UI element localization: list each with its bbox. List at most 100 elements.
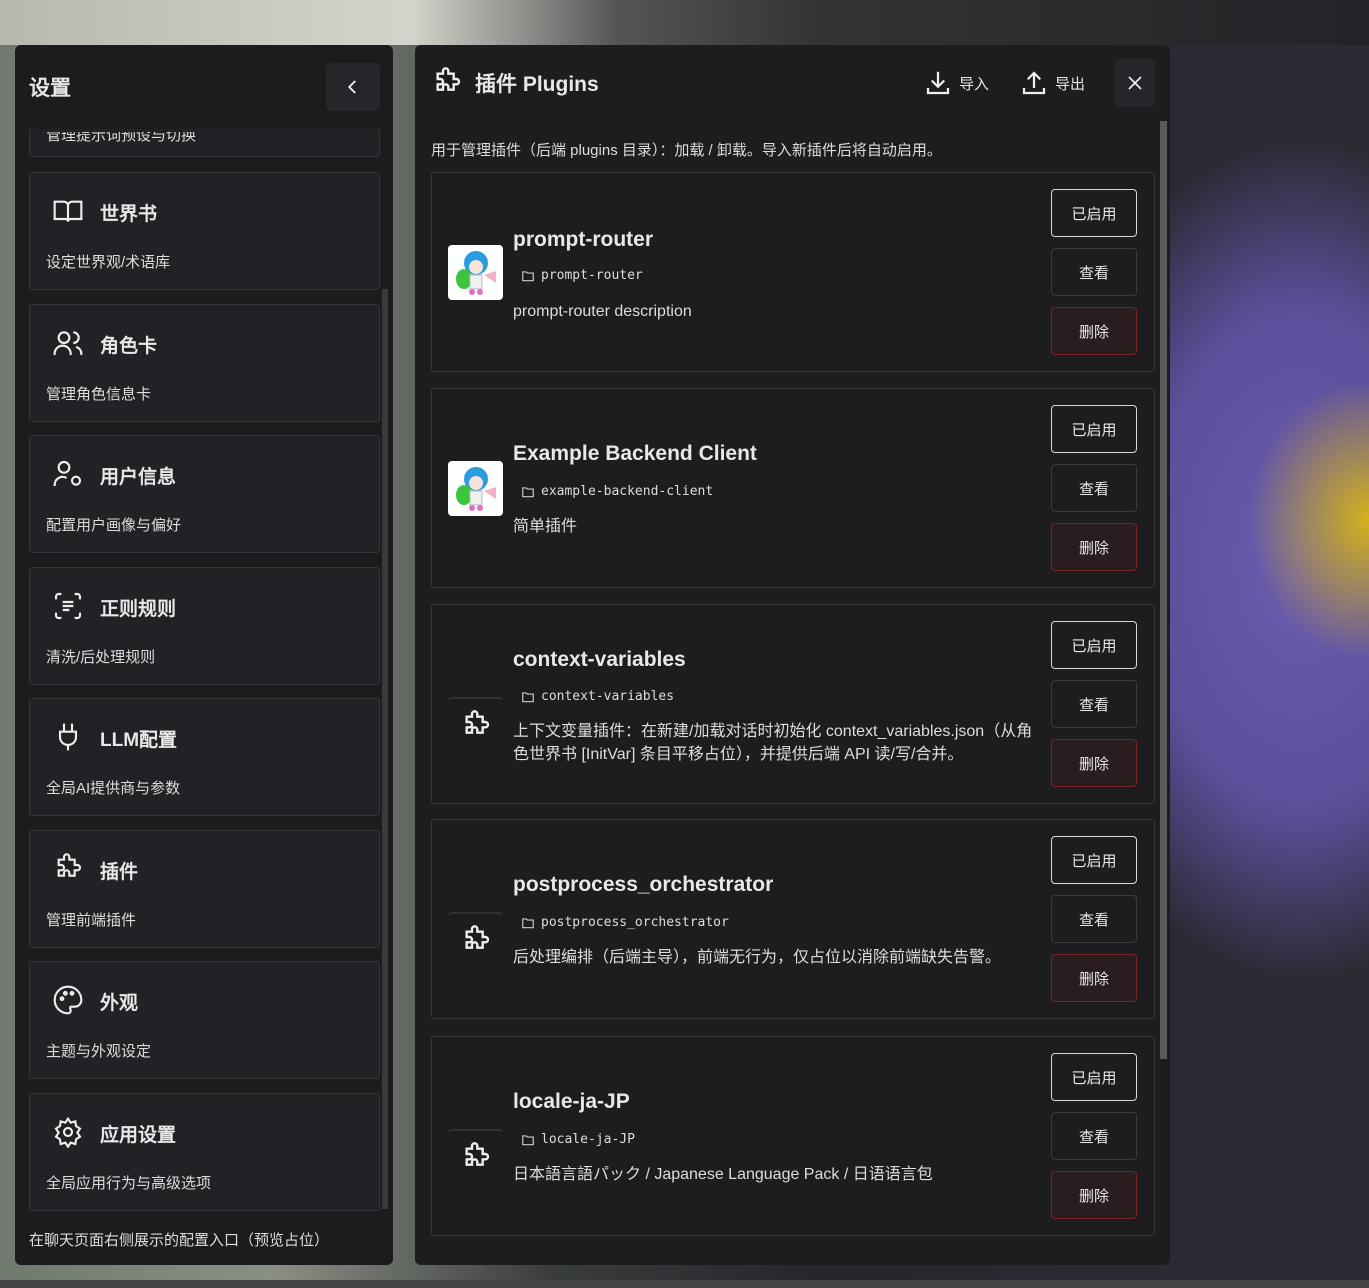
plugin-dir: context-variables	[521, 689, 674, 704]
view-button[interactable]: 查看	[1051, 1112, 1137, 1160]
enabled-toggle[interactable]: 已启用	[1051, 621, 1137, 669]
plugin-avatar	[448, 245, 503, 300]
delete-button[interactable]: 删除	[1051, 523, 1137, 571]
plugins-scrollbar[interactable]	[1160, 121, 1167, 1059]
settings-item-desc: 管理提示词预设与切换	[46, 129, 197, 144]
delete-button[interactable]: 删除	[1051, 739, 1137, 787]
gear-icon	[54, 1116, 82, 1148]
plugins-header: 插件 Plugins 导入 导出	[415, 45, 1170, 121]
plugin-name: locale-ja-JP	[513, 1090, 630, 1113]
plugin-dir-label: locale-ja-JP	[541, 1132, 635, 1147]
plugins-intro: 用于管理插件（后端 plugins 目录）：加载 / 卸载。导入新插件后将自动启…	[431, 142, 942, 159]
settings-item-desc: 主题与外观设定	[46, 1043, 152, 1060]
settings-item-title: LLM配置	[100, 730, 178, 751]
settings-item-1[interactable]: 角色卡 管理角色信息卡	[29, 303, 380, 422]
export-label: 导出	[1054, 75, 1085, 93]
settings-panel: 设置 管理提示词预设与切换 世界书 设定世界观/术语库 角色卡 管理角色信息卡 …	[15, 45, 393, 1265]
settings-item-5[interactable]: 插件 管理前端插件	[29, 829, 380, 948]
settings-item-desc: 全局AI提供商与参数	[46, 780, 181, 797]
settings-scrollbar[interactable]	[382, 289, 388, 1209]
delete-button[interactable]: 删除	[1051, 307, 1137, 355]
plugin-name: prompt-router	[513, 228, 653, 251]
delete-button[interactable]: 删除	[1051, 1171, 1137, 1219]
enabled-toggle[interactable]: 已启用	[1051, 836, 1137, 884]
plugin-avatar	[448, 1129, 503, 1184]
settings-item-desc: 清洗/后处理规则	[46, 648, 156, 666]
plugin-card: postprocess_orchestrator postprocess_orc…	[431, 819, 1155, 1019]
settings-item-desc: 全局应用行为与高级选项	[46, 1174, 212, 1192]
download-icon	[926, 71, 950, 95]
plugin-card: Example Backend Client example-backend-c…	[431, 388, 1155, 588]
plugin-name: Example Backend Client	[513, 442, 757, 465]
plugin-desc: 日本語言語パック / Japanese Language Pack / 日语语言…	[513, 1166, 933, 1183]
users-icon	[53, 330, 83, 355]
plugin-dir-label: prompt-router	[541, 268, 643, 283]
view-button[interactable]: 查看	[1051, 895, 1137, 943]
settings-footer: 在聊天页面右侧展示的配置入口（预览占位）	[29, 1232, 330, 1249]
settings-item-0[interactable]: 世界书 设定世界观/术语库	[29, 172, 380, 290]
puzzle-icon	[57, 852, 81, 877]
settings-item-6[interactable]: 外观 主题与外观设定	[29, 961, 380, 1079]
plugin-dir: locale-ja-JP	[521, 1132, 635, 1147]
puzzle-icon	[436, 67, 461, 91]
plugin-card: locale-ja-JP locale-ja-JP 日本語言語パック / Jap…	[431, 1036, 1155, 1236]
close-icon	[1128, 76, 1142, 90]
collapse-button[interactable]	[326, 63, 380, 111]
enabled-toggle[interactable]: 已启用	[1051, 405, 1137, 453]
close-button[interactable]	[1115, 59, 1155, 107]
plugin-name: context-variables	[513, 648, 686, 671]
regex-icon	[54, 592, 82, 619]
book-icon	[53, 200, 83, 222]
settings-item-desc: 设定世界观/术语库	[46, 254, 171, 271]
plugin-dir-label: example-backend-client	[541, 484, 714, 499]
view-button[interactable]: 查看	[1051, 464, 1137, 512]
folder-icon	[522, 1134, 534, 1145]
enabled-toggle[interactable]: 已启用	[1051, 1053, 1137, 1101]
plug-icon	[58, 723, 78, 751]
plugin-avatar	[448, 697, 503, 752]
settings-item-2[interactable]: 用户信息 配置用户画像与偏好	[29, 435, 380, 553]
plugins-title: 插件 Plugins	[475, 73, 599, 96]
folder-icon	[522, 917, 534, 928]
puzzle-icon	[464, 1141, 489, 1166]
backdrop	[0, 0, 1369, 45]
plugin-avatar	[448, 461, 503, 516]
settings-item-7[interactable]: 应用设置 全局应用行为与高级选项	[29, 1092, 380, 1211]
palette-icon	[53, 985, 83, 1015]
settings-item-title: 世界书	[100, 204, 158, 225]
settings-item-title: 角色卡	[100, 335, 158, 357]
delete-button[interactable]: 删除	[1051, 954, 1137, 1002]
export-button[interactable]: 导出	[1019, 68, 1085, 98]
plugin-avatar	[448, 912, 503, 967]
settings-item-title: 正则规则	[100, 598, 177, 620]
settings-item-prompts[interactable]: 管理提示词预设与切换	[29, 129, 380, 157]
plugin-desc: 后处理编排（后端主导），前端无行为，仅占位以消除前端缺失告警。	[513, 949, 1002, 966]
plugin-dir-label: context-variables	[541, 689, 675, 704]
settings-item-4[interactable]: LLM配置 全局AI提供商与参数	[29, 698, 380, 816]
backdrop-bottom	[0, 1280, 1369, 1288]
folder-icon	[522, 270, 534, 281]
plugin-desc: 简单插件	[513, 518, 578, 535]
puzzle-icon	[464, 709, 489, 734]
settings-item-3[interactable]: 正则规则 清洗/后处理规则	[29, 566, 380, 685]
folder-icon	[522, 486, 534, 497]
view-button[interactable]: 查看	[1051, 248, 1137, 296]
user-gear-icon	[53, 460, 82, 486]
import-label: 导入	[958, 75, 989, 93]
settings-item-desc: 管理前端插件	[46, 911, 137, 929]
settings-header: 设置	[15, 45, 393, 129]
view-button[interactable]: 查看	[1051, 680, 1137, 728]
settings-item-title: 外观	[100, 993, 139, 1014]
plugin-dir-label: postprocess_orchestrator	[541, 915, 729, 930]
plugin-card: context-variables context-variables 上下文变…	[431, 604, 1155, 804]
settings-item-title: 插件	[100, 861, 139, 883]
settings-item-desc: 管理角色信息卡	[46, 385, 152, 403]
upload-icon	[1022, 71, 1046, 95]
folder-icon	[522, 691, 534, 702]
chevron-left-icon	[347, 80, 356, 94]
settings-item-title: 应用设置	[100, 1124, 177, 1146]
import-button[interactable]: 导入	[923, 68, 989, 98]
plugin-dir: postprocess_orchestrator	[521, 915, 729, 930]
enabled-toggle[interactable]: 已启用	[1051, 189, 1137, 237]
settings-title: 设置	[29, 77, 71, 100]
